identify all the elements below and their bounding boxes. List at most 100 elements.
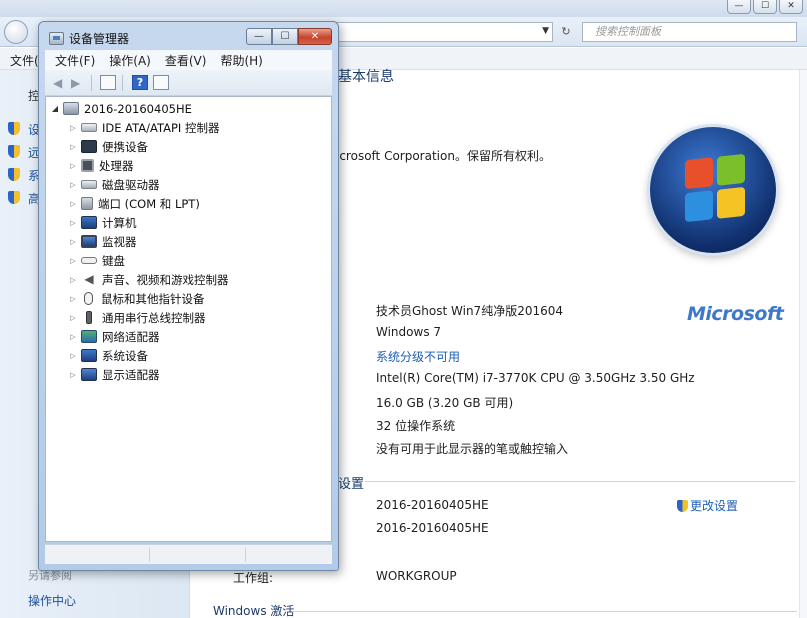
expand-icon[interactable]: ▷ (68, 295, 78, 303)
shield-icon (8, 191, 20, 204)
tree-item-system[interactable]: ▷ 系统设备 (68, 346, 148, 365)
back-arrow-icon[interactable]: ◀ (53, 75, 62, 91)
tree-root[interactable]: ◢ 2016-20160405HE (50, 99, 192, 118)
tree-item-processor[interactable]: ▷ 处理器 (68, 156, 134, 175)
expand-icon[interactable]: ▷ (68, 371, 78, 379)
change-settings-label: 更改设置 (690, 499, 739, 513)
expand-icon[interactable]: ▷ (68, 219, 78, 227)
view-icon[interactable] (153, 75, 169, 90)
tree-item-portable[interactable]: ▷ 便携设备 (68, 137, 148, 156)
expand-icon[interactable]: ▷ (68, 238, 78, 246)
action-center-link[interactable]: 操作中心 (28, 592, 76, 609)
tree-item-usb[interactable]: ▷ 通用串行总线控制器 (68, 308, 205, 327)
sound-icon: ◀ (84, 272, 94, 286)
root-label: 2016-20160405HE (84, 101, 192, 116)
expand-icon[interactable]: ▷ (68, 257, 78, 265)
help-icon[interactable]: ? (132, 75, 148, 90)
menu-action[interactable]: 操作(A) (109, 52, 151, 69)
section-computer-settings: 设置 (338, 477, 365, 492)
back-button[interactable] (4, 20, 28, 44)
tree-item-computer[interactable]: ▷ 计算机 (68, 213, 137, 232)
disk-drive-icon (81, 180, 97, 189)
search-input[interactable]: 搜索控制面板 (582, 22, 797, 42)
processor-icon (81, 159, 94, 172)
tree-item-mouse[interactable]: ▷ 鼠标和其他指针设备 (68, 289, 204, 308)
close-button[interactable]: ✕ (298, 28, 332, 45)
collapse-icon[interactable]: ◢ (50, 104, 60, 113)
system-rating-link[interactable]: 系统分级不可用 (376, 348, 460, 365)
tree-item-ide[interactable]: ▷ IDE ATA/ATAPI 控制器 (68, 118, 219, 137)
tree-item-sound[interactable]: ▷ ◀ 声音、视频和游戏控制器 (68, 270, 228, 289)
tree-item-label: 端口 (COM 和 LPT) (98, 196, 200, 211)
expand-icon[interactable]: ▷ (68, 333, 78, 341)
expand-icon[interactable]: ▷ (68, 181, 78, 189)
section-basic-info: 基本信息 (338, 69, 394, 85)
status-bar (45, 544, 332, 564)
status-divider (149, 548, 150, 562)
computer-icon (81, 216, 97, 229)
tree-item-label: 系统设备 (102, 348, 148, 363)
menu-view[interactable]: 查看(V) (165, 52, 207, 69)
expand-icon[interactable]: ▷ (68, 143, 78, 151)
minimize-button[interactable]: — (727, 0, 751, 14)
change-settings-link[interactable]: 更改设置 (677, 497, 738, 514)
expand-icon[interactable]: ▷ (68, 314, 78, 322)
tree-item-display[interactable]: ▷ 显示适配器 (68, 365, 160, 384)
windows-edition-value: Windows 7 (376, 325, 442, 339)
close-button[interactable]: ✕ (779, 0, 803, 14)
menu-help[interactable]: 帮助(H) (220, 52, 262, 69)
address-bar[interactable]: ▼ (336, 22, 553, 42)
forward-arrow-icon[interactable]: ▶ (71, 75, 80, 91)
status-divider (245, 548, 246, 562)
properties-icon[interactable] (100, 75, 116, 90)
memory-value: 16.0 GB (3.20 GB 可用) (376, 396, 514, 410)
expand-icon[interactable]: ▷ (68, 276, 78, 284)
shield-icon (8, 122, 20, 135)
tree-item-label: 处理器 (99, 158, 134, 173)
tree-item-label: 计算机 (102, 215, 137, 230)
display-adapter-icon (81, 368, 97, 381)
network-adapter-icon (81, 330, 97, 343)
system-device-icon (81, 349, 97, 362)
pen-touch-value: 没有可用于此显示器的笔或触控输入 (376, 442, 569, 456)
tree-item-monitor[interactable]: ▷ 监视器 (68, 232, 136, 251)
maximize-button[interactable]: ☐ (753, 0, 777, 14)
tree-item-keyboard[interactable]: ▷ 键盘 (68, 251, 125, 270)
device-manager-icon (49, 31, 64, 45)
vertical-scrollbar[interactable] (799, 70, 807, 618)
window-title: 设备管理器 (69, 31, 130, 46)
workgroup-value: WORKGROUP (376, 569, 457, 583)
tree-item-label: 网络适配器 (102, 329, 160, 344)
device-manager-menu-bar: 文件(F) 操作(A) 查看(V) 帮助(H) (45, 50, 332, 70)
workgroup-label: 工作组: (233, 571, 274, 585)
expand-icon[interactable]: ▷ (68, 352, 78, 360)
usb-icon (86, 311, 92, 324)
toolbar-separator (91, 75, 92, 91)
tree-item-label: 键盘 (102, 253, 125, 268)
device-manager-toolbar: ◀ ▶ ? (45, 70, 332, 96)
menu-file[interactable]: 文件(F) (55, 52, 95, 69)
tree-item-disk[interactable]: ▷ 磁盘驱动器 (68, 175, 159, 194)
computer-icon (63, 102, 79, 115)
tree-item-network[interactable]: ▷ 网络适配器 (68, 327, 160, 346)
device-manager-title-bar[interactable]: 设备管理器 (49, 28, 129, 48)
chevron-down-icon[interactable]: ▼ (542, 26, 549, 36)
tree-item-label: 便携设备 (102, 139, 148, 154)
expand-icon[interactable]: ▷ (68, 200, 78, 208)
port-icon (81, 197, 93, 210)
refresh-button[interactable]: ↻ (556, 23, 576, 41)
microsoft-logo: Microsoft (687, 303, 784, 325)
minimize-button[interactable]: — (246, 28, 272, 45)
tree-item-label: 显示适配器 (102, 367, 160, 382)
section-divider (365, 481, 795, 482)
shield-icon (677, 499, 688, 512)
maximize-button[interactable]: ☐ (272, 28, 298, 45)
computer-name-value: 2016-20160405HE (376, 498, 489, 512)
expand-icon[interactable]: ▷ (68, 162, 78, 170)
tree-item-ports[interactable]: ▷ 端口 (COM 和 LPT) (68, 194, 200, 213)
copyright-text: icrosoft Corporation。保留所有权利。 (336, 149, 551, 163)
expand-icon[interactable]: ▷ (68, 124, 78, 132)
mouse-icon (84, 292, 93, 305)
manufacturer-value: 技术员Ghost Win7纯净版201604 (376, 304, 564, 318)
monitor-icon (81, 235, 97, 248)
